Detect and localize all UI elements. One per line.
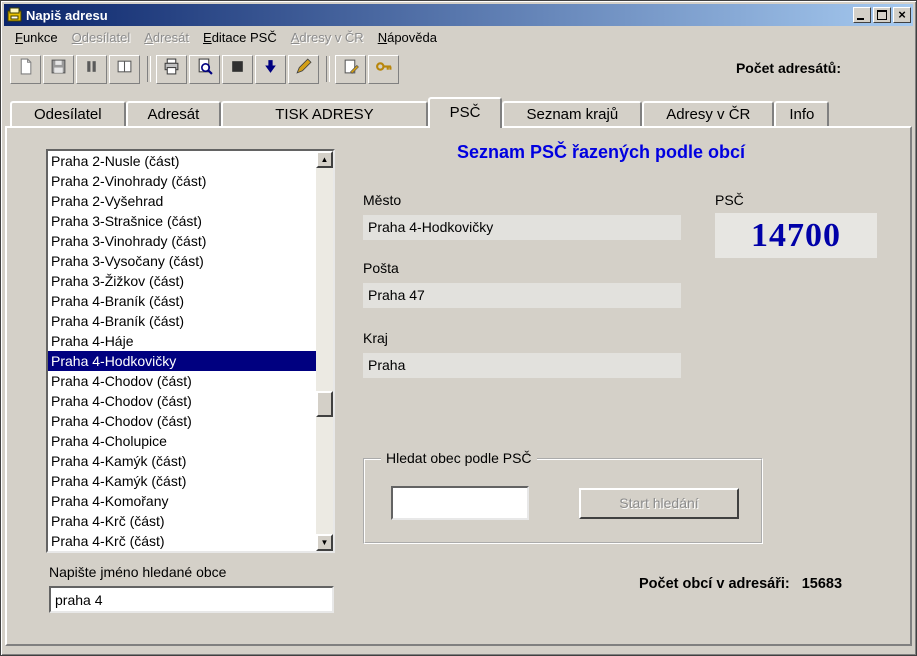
save-button[interactable] <box>43 54 74 84</box>
obce-listbox: Praha 2-Nusle (část) Praha 2-Vinohrady (č… <box>46 149 335 553</box>
list-item[interactable]: Praha 4-Krč (část) <box>48 531 316 551</box>
obce-count-value: 15683 <box>801 576 843 592</box>
obce-count-label: Počet obcí v adresáři: <box>639 576 790 592</box>
columns-button[interactable] <box>109 54 140 84</box>
vertical-scrollbar[interactable]: ▲ ▼ <box>316 151 333 551</box>
psc-label: PSČ <box>715 192 744 208</box>
kraj-value: Praha <box>363 353 681 378</box>
new-document-button[interactable] <box>10 54 41 84</box>
down-arrow-button[interactable] <box>255 54 286 84</box>
columns-icon <box>116 58 133 80</box>
toolbar-separator <box>326 56 330 82</box>
mesto-value: Praha 4-Hodkovičky <box>363 215 681 240</box>
title-bar[interactable]: Napiš adresu × <box>4 4 913 26</box>
list-item[interactable]: Praha 3-Strašnice (část) <box>48 211 316 231</box>
menu-item-funkce[interactable]: Funkce <box>8 28 65 47</box>
scrollbar-thumb[interactable] <box>316 391 333 417</box>
obce-list: Praha 2-Nusle (část) Praha 2-Vinohrady (č… <box>48 151 316 551</box>
list-item[interactable]: Praha 4-Cholupice <box>48 431 316 451</box>
maximize-button[interactable] <box>873 7 891 23</box>
app-window: Napiš adresu × Funkce Odesílatel Adresát Ed… <box>0 0 917 656</box>
key-button[interactable] <box>368 54 399 84</box>
pause-icon <box>83 58 100 80</box>
tab-strip: Odesílatel Adresát TISK ADRESY PSČ Seznam kr… <box>10 97 830 128</box>
psc-search-input[interactable] <box>391 486 529 520</box>
close-button[interactable]: × <box>893 7 911 23</box>
pause-button[interactable] <box>76 54 107 84</box>
posta-label: Pošta <box>363 260 399 276</box>
print-icon <box>163 58 180 80</box>
obce-count-line: Počet obcí v adresáři: 15683 <box>639 576 842 592</box>
scrollbar-track[interactable] <box>316 168 333 534</box>
toolbar: Počet adresátů: <box>4 48 913 90</box>
minimize-button[interactable] <box>853 7 871 23</box>
menu-item-odes-latel[interactable]: Odesílatel <box>65 28 138 47</box>
list-item[interactable]: Praha 4-Háje <box>48 331 316 351</box>
search-obce-label: Napište jméno hledané obce <box>49 564 227 580</box>
psc-value: 14700 <box>715 213 877 258</box>
list-item[interactable]: Praha 4-Hodkovičky <box>48 351 316 371</box>
scroll-up-icon: ▲ <box>320 155 329 164</box>
menu-item-adresy-v-r[interactable]: Adresy v ČR <box>284 28 371 47</box>
key-icon <box>375 58 392 80</box>
maximize-icon <box>877 10 887 20</box>
kraj-label: Kraj <box>363 330 388 346</box>
menu-item-editace-ps[interactable]: Editace PSČ <box>196 28 284 47</box>
save-icon <box>50 58 67 80</box>
note-icon <box>342 58 359 80</box>
list-item[interactable]: Praha 4-Chodov (část) <box>48 391 316 411</box>
tab-seznam-kraj[interactable]: Seznam krajů <box>502 101 643 126</box>
tab-odes-latel[interactable]: Odesílatel <box>10 101 126 126</box>
list-item[interactable]: Praha 3-Žižkov (část) <box>48 271 316 291</box>
list-item[interactable]: Praha 4-Krč (část) <box>48 511 316 531</box>
list-item[interactable]: Praha 3-Vinohrady (část) <box>48 231 316 251</box>
print-preview-icon <box>196 58 213 80</box>
adresati-count-label: Počet adresátů: <box>735 60 841 76</box>
menu-item-n-pov-da[interactable]: Nápověda <box>371 28 444 47</box>
minimize-icon <box>857 18 864 20</box>
list-item[interactable]: Praha 4-Komořany <box>48 491 316 511</box>
list-item[interactable]: Praha 2-Vyšehrad <box>48 191 316 211</box>
window-title: Napiš adresu <box>26 7 108 23</box>
hledat-psc-group-title: Hledat obec podle PSČ <box>381 450 537 466</box>
tab-ps[interactable]: PSČ <box>427 97 503 128</box>
pen-icon <box>295 58 312 80</box>
stop-icon <box>229 58 246 80</box>
new-document-icon <box>17 58 34 80</box>
app-icon <box>7 7 22 22</box>
print-preview-button[interactable] <box>189 54 220 84</box>
list-item[interactable]: Praha 2-Nusle (část) <box>48 151 316 171</box>
tab-adresy-v-r[interactable]: Adresy v ČR <box>642 101 775 126</box>
tab-info[interactable]: Info <box>774 101 830 126</box>
stop-button[interactable] <box>222 54 253 84</box>
list-item[interactable]: Praha 4-Kamýk (část) <box>48 451 316 471</box>
start-hledani-button[interactable]: Start hledání <box>579 488 739 519</box>
mesto-label: Město <box>363 192 402 208</box>
scroll-down-icon: ▼ <box>320 538 329 547</box>
search-obce-input[interactable] <box>49 586 334 613</box>
scroll-down-button[interactable]: ▼ <box>316 534 333 551</box>
psc-tab-panel: Praha 2-Nusle (část) Praha 2-Vinohrady (č… <box>5 126 912 646</box>
list-item[interactable]: Praha 4-Kamýk (část) <box>48 471 316 491</box>
menu-item-adres-t[interactable]: Adresát <box>137 28 196 47</box>
close-icon: × <box>898 7 906 22</box>
note-button[interactable] <box>335 54 366 84</box>
list-item[interactable]: Praha 4-Braník (část) <box>48 311 316 331</box>
list-item[interactable]: Praha 4-Chodov (část) <box>48 411 316 431</box>
hledat-psc-groupbox: Hledat obec podle PSČ Start hledání <box>363 450 763 544</box>
down-arrow-icon <box>262 58 279 80</box>
list-item[interactable]: Praha 4-Braník (část) <box>48 291 316 311</box>
print-button[interactable] <box>156 54 187 84</box>
menu-bar: Funkce Odesílatel Adresát Editace PSČ Adresy… <box>4 27 913 48</box>
list-item[interactable]: Praha 4-Chodov (část) <box>48 371 316 391</box>
tab-adres-t[interactable]: Adresát <box>125 101 222 126</box>
tab-tisk-adresy[interactable]: TISK ADRESY <box>221 101 428 126</box>
toolbar-separator <box>147 56 151 82</box>
list-item[interactable]: Praha 2-Vinohrady (část) <box>48 171 316 191</box>
pen-button[interactable] <box>288 54 319 84</box>
list-item[interactable]: Praha 3-Vysočany (část) <box>48 251 316 271</box>
posta-value: Praha 47 <box>363 283 681 308</box>
psc-heading: Seznam PSČ řazených podle obcí <box>456 142 746 162</box>
